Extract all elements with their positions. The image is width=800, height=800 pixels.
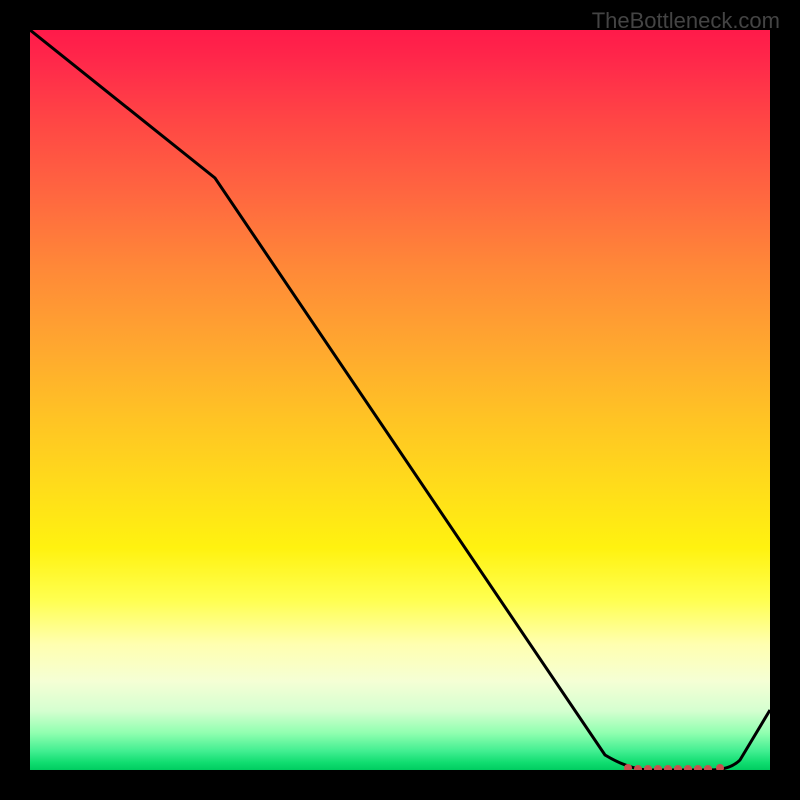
watermark-text: TheBottleneck.com [592, 8, 780, 34]
curve-svg [30, 30, 770, 770]
plot-area [30, 30, 770, 770]
main-curve [30, 30, 770, 770]
chart-container: TheBottleneck.com [0, 0, 800, 800]
